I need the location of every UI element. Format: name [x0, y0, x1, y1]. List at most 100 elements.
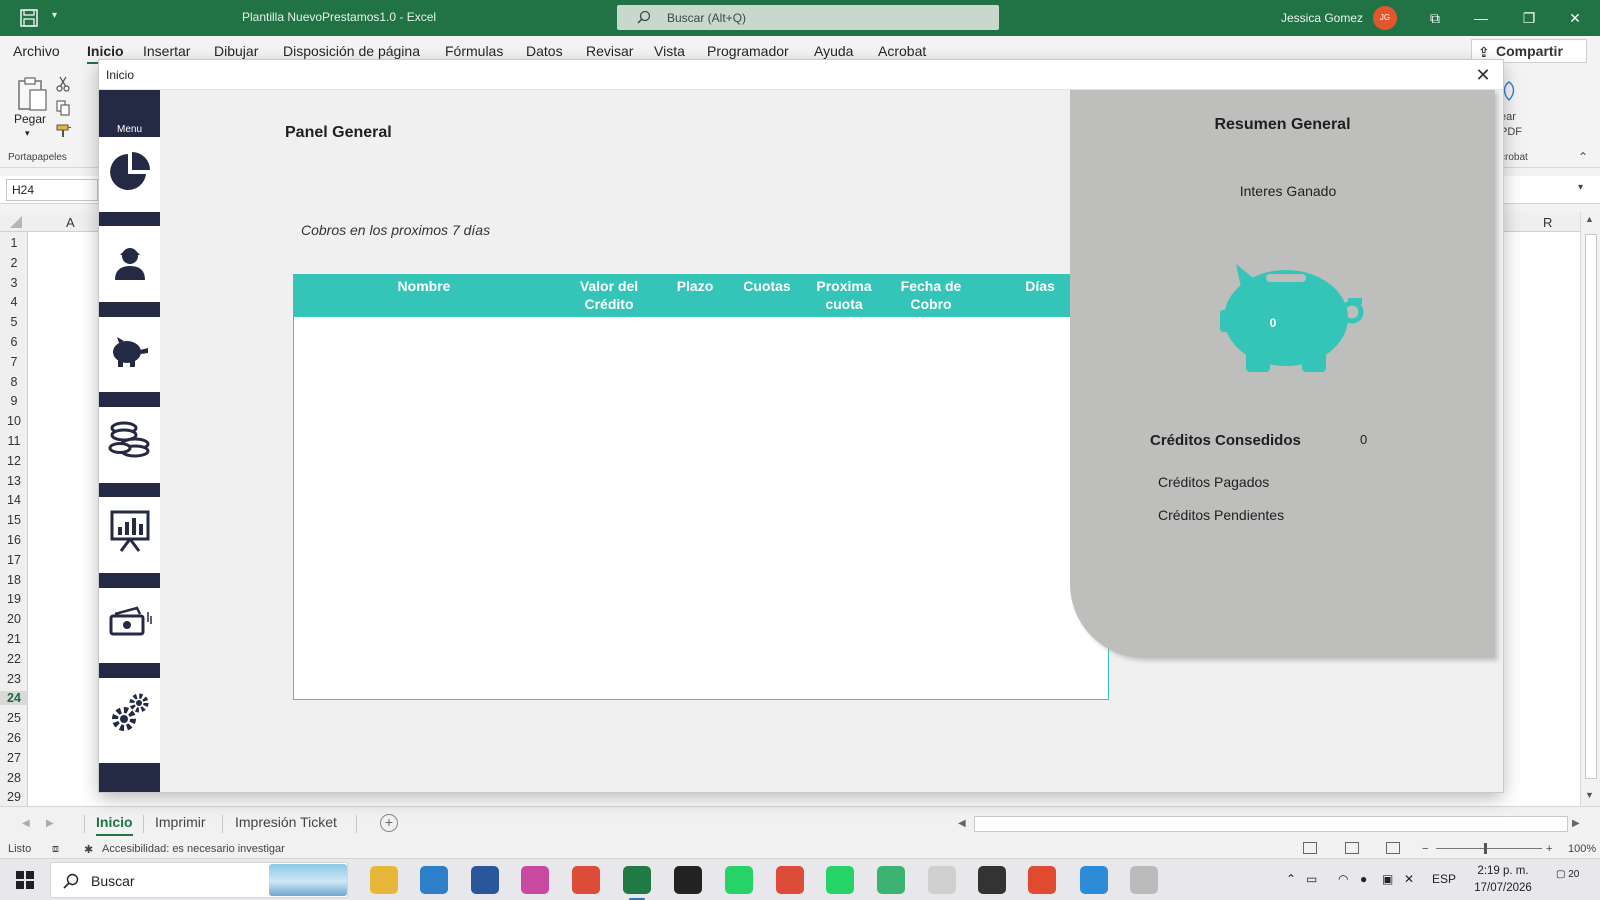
camera-icon[interactable]: ▣: [1382, 872, 1393, 886]
name-box[interactable]: H24: [6, 179, 98, 201]
brush-app-icon[interactable]: [1130, 866, 1158, 894]
zoom-in-icon[interactable]: +: [1546, 843, 1552, 855]
whatsapp-business-icon[interactable]: [826, 866, 854, 894]
tab-ayuda[interactable]: Ayuda: [814, 43, 853, 59]
volume-muted-icon[interactable]: ✕: [1404, 872, 1414, 886]
tab-revisar[interactable]: Revisar: [586, 43, 633, 59]
horizontal-scrollbar[interactable]: [974, 816, 1568, 832]
paste-dropdown-icon[interactable]: ▾: [25, 128, 30, 139]
close-icon[interactable]: ✕: [1566, 9, 1584, 27]
windows-start-icon[interactable]: [16, 871, 34, 889]
next-sheet-icon[interactable]: ▶: [46, 818, 54, 829]
row-header[interactable]: 28: [0, 771, 28, 785]
row-header[interactable]: 9: [0, 394, 28, 408]
scroll-down-icon[interactable]: ▼: [1585, 790, 1594, 800]
paste-label[interactable]: Pegar: [14, 112, 46, 126]
outlook-profile-icon[interactable]: [1028, 866, 1056, 894]
add-sheet-button[interactable]: +: [380, 814, 398, 832]
row-header[interactable]: 6: [0, 335, 28, 349]
word-icon[interactable]: [471, 866, 499, 894]
ribbon-display-icon[interactable]: ⧉: [1426, 9, 1444, 27]
row-header[interactable]: 22: [0, 652, 28, 666]
tab-acrobat[interactable]: Acrobat: [878, 43, 926, 59]
battery-icon[interactable]: ▭: [1306, 872, 1317, 886]
row-header[interactable]: 19: [0, 592, 28, 606]
taskbar-clock[interactable]: 2:19 p. m. 17/07/2026: [1468, 863, 1538, 897]
settings-gear-icon[interactable]: [107, 690, 153, 736]
accessibility-icon[interactable]: ✱: [84, 843, 93, 856]
row-header[interactable]: 24: [0, 691, 28, 706]
zoom-slider[interactable]: [1436, 848, 1542, 849]
pie-chart-icon[interactable]: [107, 149, 153, 195]
whatsapp-icon[interactable]: [725, 866, 753, 894]
hscroll-right-icon[interactable]: ▶: [1572, 818, 1580, 829]
column-header[interactable]: Nombre: [334, 277, 514, 295]
row-header[interactable]: 7: [0, 355, 28, 369]
excel-search-box[interactable]: Buscar (Alt+Q): [617, 5, 999, 30]
tab-archivo[interactable]: Archivo: [13, 43, 60, 59]
paste-icon[interactable]: [16, 76, 48, 112]
normal-view-icon[interactable]: [1303, 842, 1317, 854]
row-header[interactable]: 11: [0, 434, 28, 448]
obs-icon[interactable]: [674, 866, 702, 894]
sheet-tab-imprimir[interactable]: Imprimir: [155, 814, 206, 830]
scroll-up-icon[interactable]: ▲: [1585, 214, 1594, 224]
row-header[interactable]: 23: [0, 672, 28, 686]
chrome-icon[interactable]: [572, 866, 600, 894]
upcoming-collections-table[interactable]: Nombre Valor del Crédito Plazo Cuotas Proxima…: [293, 274, 1110, 700]
page-break-icon[interactable]: [1386, 842, 1400, 854]
row-header[interactable]: 26: [0, 731, 28, 745]
chrome-profile-icon[interactable]: [776, 866, 804, 894]
row-header[interactable]: 2: [0, 256, 28, 270]
row-header[interactable]: 10: [0, 414, 28, 428]
column-header-a[interactable]: A: [66, 215, 75, 230]
tab-insertar[interactable]: Insertar: [143, 43, 190, 59]
column-header[interactable]: Cuotas: [726, 277, 808, 295]
row-header[interactable]: 21: [0, 632, 28, 646]
column-header-r[interactable]: R: [1543, 215, 1552, 230]
row-header[interactable]: 25: [0, 711, 28, 725]
dialog-close-button[interactable]: ✕: [1473, 65, 1493, 85]
row-header[interactable]: 16: [0, 533, 28, 547]
coins-icon[interactable]: [107, 418, 153, 464]
tab-datos[interactable]: Datos: [526, 43, 563, 59]
vertical-scrollbar[interactable]: ▲ ▼: [1580, 212, 1600, 806]
row-header[interactable]: 17: [0, 553, 28, 567]
minimize-icon[interactable]: —: [1472, 9, 1490, 27]
user-name[interactable]: Jessica Gomez: [1281, 11, 1363, 25]
language-indicator[interactable]: ESP: [1432, 872, 1456, 886]
accessibility-status[interactable]: Accesibilidad: es necesario investigar: [102, 843, 285, 855]
row-header[interactable]: 18: [0, 573, 28, 587]
create-pdf-label[interactable]: ear PDF: [1500, 110, 1522, 140]
tab-vista[interactable]: Vista: [654, 43, 685, 59]
row-header[interactable]: 20: [0, 612, 28, 626]
column-header[interactable]: Fecha de Cobro: [886, 277, 976, 313]
taskbar-search[interactable]: Buscar: [50, 862, 348, 898]
tab-formulas[interactable]: Fórmulas: [445, 43, 503, 59]
cut-icon[interactable]: [56, 76, 70, 92]
column-header[interactable]: Valor del Crédito: [554, 277, 664, 313]
save-icon[interactable]: [20, 9, 38, 27]
wifi-icon[interactable]: ◠: [1338, 872, 1348, 886]
row-header[interactable]: 8: [0, 375, 28, 389]
payments-icon[interactable]: [107, 598, 153, 644]
zoom-out-icon[interactable]: −: [1422, 843, 1428, 855]
vertical-scroll-thumb[interactable]: [1585, 234, 1597, 779]
row-header[interactable]: 3: [0, 276, 28, 290]
tab-dibujar[interactable]: Dibujar: [214, 43, 258, 59]
paint-icon[interactable]: [1080, 866, 1108, 894]
excel-icon[interactable]: [623, 866, 651, 900]
tab-inicio[interactable]: Inicio: [87, 43, 124, 65]
sheet-tab-inicio[interactable]: Inicio: [96, 814, 133, 836]
tray-overflow-icon[interactable]: ⌃: [1286, 872, 1296, 886]
prev-sheet-icon[interactable]: ◀: [22, 818, 30, 829]
collapse-ribbon-icon[interactable]: ⌃: [1578, 150, 1588, 164]
column-header[interactable]: Plazo: [660, 277, 730, 295]
savings-icon[interactable]: [107, 328, 153, 374]
zoom-level[interactable]: 100%: [1568, 843, 1596, 855]
macro-record-icon[interactable]: ⧈: [52, 843, 59, 856]
row-header[interactable]: 14: [0, 493, 28, 507]
tab-disposicion[interactable]: Disposición de página: [283, 43, 420, 59]
format-painter-icon[interactable]: [56, 124, 72, 138]
row-header[interactable]: 4: [0, 295, 28, 309]
